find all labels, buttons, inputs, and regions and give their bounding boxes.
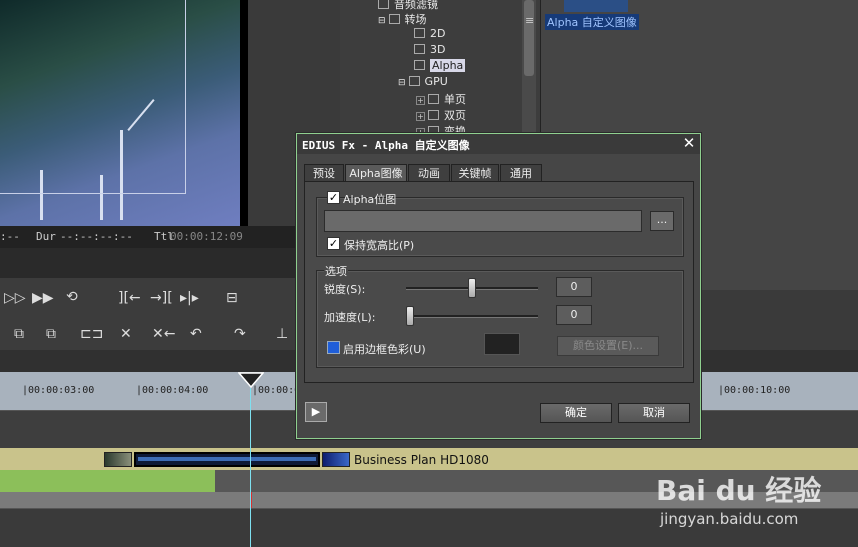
transport-controls: ▷▷ ▶▶ ⟲ ][← →][ ▸|▸ ⊟ [0,278,296,320]
clip-label: Business Plan HD1080 [354,453,489,467]
clip-thumbnail-in[interactable] [104,452,132,467]
border-color-swatch[interactable] [484,333,520,355]
folder-icon [388,14,400,24]
stack-icon[interactable]: ⊟ [226,290,238,306]
timecode-bar: :-- Dur --:--:--:-- Ttl 00:00:12:09 [0,226,296,248]
copy-icon[interactable]: ⧉ [14,326,24,342]
tree-item-alpha[interactable]: Alpha [414,59,466,74]
tab-keyframe[interactable]: 关键帧 [451,164,499,182]
tab-alpha-image[interactable]: Alpha图像 [345,164,407,182]
dialog-title-bar[interactable]: EDIUS Fx - Alpha 自定义图像 [297,134,700,154]
watermark-url: jingyan.baidu.com [660,510,799,528]
set-out-icon[interactable]: →][ [150,290,173,306]
alpha-path-input[interactable] [324,210,642,232]
folder-icon [378,0,389,9]
plus-icon: + [416,96,425,105]
playhead-marker[interactable] [238,372,264,388]
transition-clip[interactable] [0,470,215,492]
alpha-bitmap-label: Alpha位图 [343,193,397,206]
tree-item-transitions[interactable]: ⊟ 转场 [378,11,427,26]
baidu-watermark: Bai du 经验 jingyan.baidu.com [656,455,856,535]
preview-spacer [0,248,296,278]
safe-area-frame [0,0,186,194]
enable-border-checkbox[interactable] [327,341,340,354]
folder-icon [428,94,439,104]
enable-border-label: 启用边框色彩(U) [343,343,426,356]
tab-preset[interactable]: 预设 [304,164,344,182]
clip-thumbnail-out[interactable] [322,452,350,467]
ttl-value: 00:00:12:09 [170,230,243,243]
acceleration-value[interactable]: 0 [556,305,592,325]
plus-icon: + [416,112,425,121]
cancel-button[interactable]: 取消 [618,403,690,423]
keep-aspect-checkbox[interactable]: ✓ [327,237,340,250]
folder-icon [428,110,439,120]
tree-item-3d[interactable]: 3D [414,43,445,58]
sharpness-label: 锐度(S): [324,283,366,296]
sharpness-value[interactable]: 0 [556,277,592,297]
ruler-label: |00:00:03:00 [22,385,95,396]
fast-forward-icon[interactable]: ▶▶ [32,290,54,306]
tree-item-double-page[interactable]: + 双页 [416,107,466,122]
playhead-line [250,388,251,547]
ok-button[interactable]: 确定 [540,403,612,423]
effect-icon [414,60,425,70]
options-label: 选项 [324,263,348,279]
redo-icon[interactable]: ↷ [234,326,246,342]
minus-icon: ⊟ [378,16,386,26]
split-icon[interactable]: ▸|▸ [180,290,199,306]
tab-animation[interactable]: 动画 [408,164,450,182]
play-forward-icon[interactable]: ▷▷ [4,290,26,306]
acceleration-slider-track[interactable] [406,315,538,318]
effect-thumbnail-image[interactable] [564,0,628,12]
tree-scrollbar-thumb[interactable] [524,0,534,76]
color-settings-button[interactable]: 颜色设置(E)... [557,336,659,356]
ruler-label: |00:00:10:00 [718,385,791,396]
close-icon[interactable]: ✕ [681,135,697,151]
insert-icon[interactable]: ⊏⊐ [80,326,103,342]
tree-item-audio-filter[interactable]: 音频滤镜 [378,0,438,11]
sharpness-slider-thumb[interactable] [468,278,476,298]
alpha-bitmap-checkbox[interactable]: ✓ [327,191,340,204]
ripple-delete-icon[interactable]: ✕← [152,326,175,342]
set-in-icon[interactable]: ][← [118,290,141,306]
effect-icon [414,44,425,54]
watermark-logo: Bai du 经验 [656,474,822,507]
tree-item-2d[interactable]: 2D [414,27,445,42]
preview-edge [240,0,248,226]
tree-item-gpu[interactable]: ⊟ GPU [398,75,448,90]
marker-icon[interactable]: ⊥ [276,326,288,342]
minus-icon: ⊟ [398,78,406,88]
list-view-icon[interactable]: ≡ [525,14,534,27]
dur-label: Dur [36,230,56,243]
timecode-left: :-- [0,230,20,243]
folder-icon [408,76,420,86]
ruler-label: |00:00:04:00 [136,385,209,396]
tab-general[interactable]: 通用 [500,164,542,182]
effect-thumbnail-label[interactable]: Alpha 自定义图像 [545,14,639,30]
preview-monitor [0,0,248,226]
keep-aspect-label: 保持宽高比(P) [344,239,415,252]
play-preview-button[interactable]: ▶ [305,402,327,422]
browse-button[interactable]: ... [650,211,674,231]
loop-icon[interactable]: ⟲ [66,289,78,305]
paste-icon[interactable]: ⧉ [46,326,56,342]
delete-icon[interactable]: ✕ [120,326,132,342]
clip-progress [138,457,316,461]
effect-icon [414,28,425,38]
undo-icon[interactable]: ↶ [190,326,202,342]
dur-value: --:--:--:-- [60,230,133,243]
tree-item-single-page[interactable]: + 单页 [416,91,466,106]
acceleration-slider-thumb[interactable] [406,306,414,326]
dialog-title: EDIUS Fx - Alpha 自定义图像 [302,139,470,152]
edit-toolbar: ⧉ ⧉ ⊏⊐ ✕ ✕← ↶ ↷ ⊥ [0,320,296,350]
acceleration-label: 加速度(L): [324,311,376,324]
